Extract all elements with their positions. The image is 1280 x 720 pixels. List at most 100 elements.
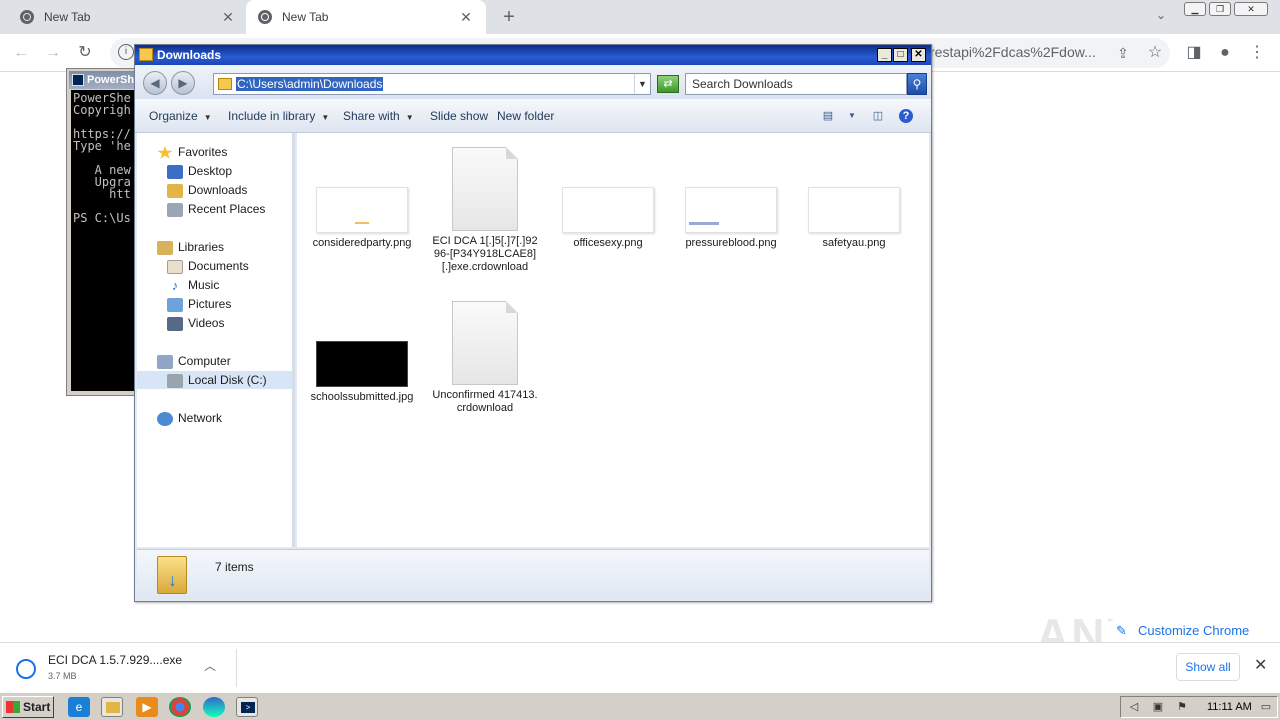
- forward-icon[interactable]: ▶: [171, 71, 195, 95]
- clock[interactable]: 11:11 AM: [1207, 701, 1252, 713]
- nav-local-disk[interactable]: Local Disk (C:): [137, 371, 292, 389]
- reload-icon[interactable]: ↻: [74, 42, 96, 64]
- help-icon[interactable]: ?: [899, 109, 913, 123]
- chrome-icon: [258, 10, 272, 24]
- slide-show-button[interactable]: Slide show: [430, 99, 488, 133]
- close-button[interactable]: ✕: [911, 48, 926, 62]
- internet-explorer-icon[interactable]: e: [68, 697, 90, 717]
- info-icon[interactable]: i: [118, 44, 134, 60]
- powershell-taskbar-icon[interactable]: >: [236, 697, 258, 717]
- file-item[interactable]: safetyau.png: [799, 187, 909, 250]
- tab-title: New Tab: [44, 10, 91, 24]
- include-in-library-menu[interactable]: Include in library ▼: [228, 99, 329, 133]
- nav-music[interactable]: ♪ Music: [167, 276, 220, 294]
- customize-chrome-button[interactable]: ✎ Customize Chrome: [1106, 618, 1264, 644]
- chevron-down-icon[interactable]: ▼: [845, 109, 859, 123]
- tab-new-tab-1[interactable]: New Tab ✕: [8, 0, 248, 34]
- customize-chrome-label: Customize Chrome: [1138, 623, 1250, 638]
- file-item[interactable]: officesexy.png: [553, 187, 663, 250]
- folder-icon: [218, 78, 232, 90]
- network-icon[interactable]: ▣: [1151, 700, 1165, 714]
- explorer-window[interactable]: Downloads _ □ ✕ ◀ ▶ C:\Users\admin\Downl…: [134, 44, 932, 602]
- command-bar: Organize ▼ Include in library ▼ Share with…: [135, 99, 931, 133]
- search-input[interactable]: Search Downloads: [685, 73, 907, 95]
- nav-pictures[interactable]: Pictures: [167, 295, 231, 313]
- image-thumbnail: [562, 187, 654, 233]
- maximize-button[interactable]: □: [893, 48, 908, 62]
- nav-network[interactable]: Network: [157, 409, 222, 427]
- start-button[interactable]: Start: [2, 696, 54, 718]
- file-item[interactable]: Unconfirmed 417413.crdownload: [430, 301, 540, 415]
- nav-pictures-label: Pictures: [188, 297, 232, 311]
- back-icon[interactable]: ←: [10, 42, 32, 64]
- file-item[interactable]: ECI DCA 1[.]5[.]7[.]9296-[P34Y918LCAE8][…: [430, 147, 540, 274]
- documents-icon: [167, 259, 183, 274]
- nav-favorites[interactable]: Favorites: [157, 143, 227, 161]
- search-icon[interactable]: ⚲: [907, 73, 927, 95]
- chevron-down-icon[interactable]: ▼: [634, 74, 650, 94]
- network-icon: [157, 411, 173, 426]
- nav-libraries[interactable]: Libraries: [157, 238, 224, 256]
- media-player-icon[interactable]: ▶: [136, 697, 158, 717]
- address-field[interactable]: C:\Users\admin\Downloads ▼: [213, 73, 651, 95]
- generic-file-icon: [452, 301, 518, 385]
- show-desktop-icon[interactable]: ▭: [1259, 700, 1273, 714]
- tab-title: New Tab: [282, 10, 329, 24]
- item-count: 7 items: [215, 560, 254, 574]
- nav-desktop[interactable]: Desktop: [167, 162, 232, 180]
- nav-recent-places[interactable]: Recent Places: [167, 200, 265, 218]
- chrome-icon[interactable]: [169, 697, 191, 717]
- recent-places-icon: [167, 202, 183, 217]
- star-icon[interactable]: ☆: [1144, 42, 1166, 64]
- url-text[interactable]: restapi%2Fdcas%2Fdow...: [930, 44, 1096, 60]
- preview-pane-icon[interactable]: ◫: [871, 109, 885, 123]
- explorer-title-bar[interactable]: Downloads _ □ ✕: [135, 45, 931, 65]
- new-folder-button[interactable]: New folder: [497, 99, 554, 133]
- folder-icon: [139, 48, 153, 61]
- download-progress-icon: [16, 659, 36, 679]
- nav-favorites-label: Favorites: [178, 145, 228, 159]
- explorer-taskbar-icon[interactable]: [101, 697, 123, 717]
- minimize-window-button[interactable]: ▁: [1184, 2, 1206, 16]
- volume-icon[interactable]: ◁: [1127, 700, 1141, 714]
- sidepanel-icon[interactable]: ◨: [1183, 42, 1205, 64]
- minimize-button[interactable]: _: [877, 48, 892, 62]
- nav-desktop-label: Desktop: [188, 164, 233, 178]
- show-all-button[interactable]: Show all: [1176, 653, 1240, 681]
- chevron-up-icon[interactable]: ︿: [204, 657, 216, 674]
- menu-icon[interactable]: ⋮: [1246, 42, 1268, 64]
- new-tab-button[interactable]: +: [498, 6, 520, 28]
- file-item[interactable]: schoolssubmitted.jpg: [307, 341, 417, 404]
- refresh-icon[interactable]: ⇄: [657, 75, 679, 93]
- nav-documents[interactable]: Documents: [167, 257, 249, 275]
- close-tab-icon[interactable]: ✕: [458, 9, 474, 26]
- profile-icon[interactable]: ●: [1214, 42, 1236, 64]
- restore-window-button[interactable]: ❐: [1209, 2, 1231, 16]
- tab-search-chevron-icon[interactable]: ⌄: [1152, 8, 1170, 26]
- nav-recent-label: Recent Places: [188, 202, 266, 216]
- share-icon[interactable]: ⇪: [1112, 42, 1134, 64]
- close-window-button[interactable]: ✕: [1234, 2, 1268, 16]
- download-file-name[interactable]: ECI DCA 1.5.7.929....exe: [48, 653, 182, 667]
- nav-libraries-label: Libraries: [178, 240, 225, 254]
- address-path[interactable]: C:\Users\admin\Downloads: [236, 77, 384, 91]
- file-item[interactable]: pressureblood.png: [676, 187, 786, 250]
- nav-videos[interactable]: Videos: [167, 314, 224, 332]
- edge-icon[interactable]: [203, 697, 225, 717]
- forward-icon[interactable]: →: [42, 42, 64, 64]
- close-icon[interactable]: ✕: [1254, 655, 1267, 675]
- thumbnail-mark: [689, 222, 719, 225]
- powershell-title: PowerSh: [87, 74, 135, 86]
- organize-label: Organize: [149, 109, 198, 123]
- file-item[interactable]: consideredparty.png: [307, 187, 417, 250]
- download-file-size: 3.7 MB: [48, 671, 77, 681]
- nav-downloads[interactable]: Downloads: [167, 181, 247, 199]
- flag-icon[interactable]: ⚑: [1175, 700, 1189, 714]
- close-tab-icon[interactable]: ✕: [220, 9, 236, 26]
- nav-computer[interactable]: Computer: [157, 352, 231, 370]
- organize-menu[interactable]: Organize ▼: [149, 99, 212, 133]
- share-with-menu[interactable]: Share with ▼: [343, 99, 414, 133]
- view-options-icon[interactable]: ▤: [821, 109, 835, 123]
- back-icon[interactable]: ◀: [143, 71, 167, 95]
- tab-new-tab-2[interactable]: New Tab ✕: [246, 0, 486, 34]
